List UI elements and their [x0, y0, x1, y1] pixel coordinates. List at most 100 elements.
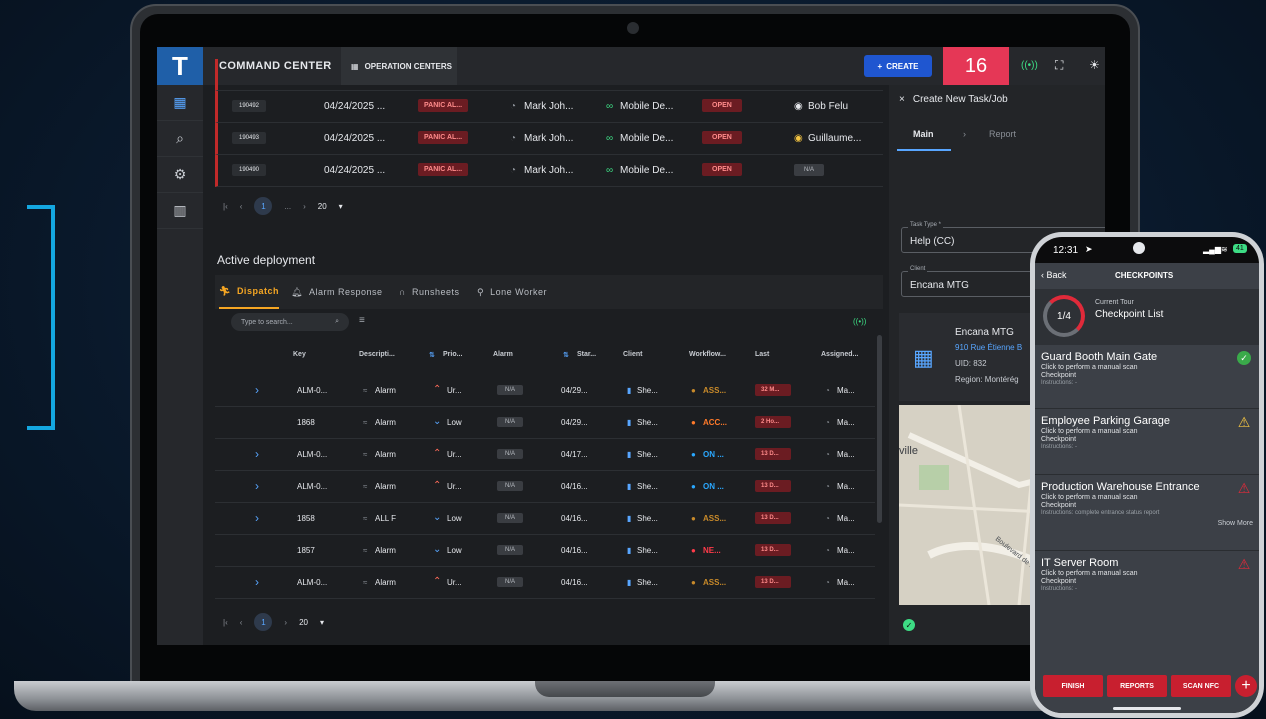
fullscreen-icon[interactable]: ⛶ [1055, 58, 1063, 73]
link-icon: ∞ [606, 165, 614, 176]
sort-icon[interactable]: ⇅ [429, 351, 435, 359]
chevron-right-icon: › [963, 129, 966, 139]
reports-button[interactable]: REPORTS [1107, 675, 1167, 697]
column-header[interactable]: Prio... [443, 351, 462, 358]
table-row[interactable]: › ALM-0... ≈ Alarm ⌃ Ur... N/A 04/17... ▮ She... ●… [215, 439, 875, 471]
expand-chevron-icon[interactable]: › [255, 383, 259, 397]
column-header[interactable]: Alarm [493, 351, 513, 358]
main-content: 190492 04/24/2025 ... PANIC AL... ◔ Mark… [203, 59, 889, 645]
tab-dispatch[interactable]: 🏃︎ Dispatch [219, 275, 279, 309]
table-row[interactable]: › ALM-0... ≈ Alarm ⌃ Ur... N/A 04/16... ▮ She... ●… [215, 567, 875, 599]
column-header[interactable]: Key [293, 351, 306, 358]
row-client: She... [637, 482, 658, 491]
list-item[interactable]: Production Warehouse Entrance Click to p… [1035, 475, 1259, 551]
alarm-type-icon: ≈ [363, 546, 368, 555]
prev-page-icon[interactable]: ‹ [240, 618, 243, 627]
device-name: Mobile De... [620, 133, 674, 144]
row-priority: Low [447, 418, 462, 427]
sort-icon[interactable]: ⇅ [563, 351, 569, 359]
filter-icon[interactable]: ≡ [359, 315, 365, 326]
alarm-type-icon: ≈ [363, 418, 368, 427]
expand-chevron-icon[interactable]: › [255, 447, 259, 461]
panel-title: Create New Task/Job [912, 93, 1008, 105]
workflow-dot-icon: ● [691, 418, 696, 427]
first-page-icon[interactable]: |‹ [223, 202, 228, 211]
dashboard-icon[interactable]: ▦ [157, 85, 203, 121]
column-header[interactable]: Last [755, 351, 769, 358]
column-header[interactable]: Assigned... [821, 351, 858, 358]
alarm-id: 190492 [232, 100, 267, 112]
row-workflow: NE... [703, 546, 721, 555]
officer-icon: ◔ [825, 514, 830, 523]
first-page-icon[interactable]: |‹ [223, 618, 228, 627]
page-size[interactable]: 20 [299, 618, 308, 627]
table-row[interactable]: 1857 ≈ Alarm ⌄ Low N/A 04/16... ▮ She... ● NE... 13… [215, 535, 875, 567]
row-assigned: Ma... [837, 546, 855, 555]
clock: 12:31 [1053, 245, 1079, 256]
map-icon[interactable]: ▥ [157, 193, 203, 229]
assignee-name: Bob Felu [808, 101, 849, 112]
row-last: 13 D... [755, 448, 791, 460]
row-client: She... [637, 514, 658, 523]
table-row[interactable]: 190492 04/24/2025 ... PANIC AL... ◔ Mark… [215, 91, 883, 123]
tab-alarm-response[interactable]: 🔔︎ Alarm Response [291, 275, 382, 309]
column-header[interactable]: Descripti... [359, 351, 395, 358]
search-input[interactable]: Type to search... ⌕ [231, 313, 349, 331]
add-button[interactable]: + [1235, 675, 1257, 697]
gear-icon[interactable]: ⚙ [157, 157, 203, 193]
finish-button[interactable]: FINISH [1043, 675, 1103, 697]
table-row[interactable]: › ALM-0... ≈ Alarm ⌃ Ur... N/A 04/29... ▮ She... ●… [215, 375, 875, 407]
search-icon[interactable]: ⌕ [157, 121, 203, 157]
broadcast-icon[interactable]: ((•)) [853, 317, 866, 326]
location-arrow-icon: ➤ [1085, 244, 1093, 254]
broadcast-icon[interactable]: ((•)) [1021, 60, 1038, 71]
checkpoint-type: Checkpoint [1041, 578, 1077, 585]
expand-chevron-icon[interactable]: › [255, 575, 259, 589]
laptop-notch [535, 681, 715, 697]
alarm-type-icon: ≈ [363, 514, 368, 523]
notification-count[interactable]: 16 [943, 47, 1009, 85]
expand-chevron-icon[interactable]: › [255, 479, 259, 493]
phone-device: 12:31 ➤ ▂▄▆ ≋ 41 ‹ Back CHECKPOINTS 1/4 … [1030, 232, 1264, 718]
scan-nfc-button[interactable]: SCAN NFC [1171, 675, 1231, 697]
app-logo[interactable]: T [157, 47, 203, 85]
table-row[interactable]: › 1858 ≈ ALL F ⌄ Low N/A 04/16... ▮ She... ● ASS...… [215, 503, 875, 535]
list-item[interactable]: IT Server Room Click to perform a manual… [1035, 551, 1259, 663]
next-page-icon[interactable]: › [303, 202, 306, 211]
panic-alarm-badge: PANIC AL... [418, 99, 469, 112]
row-last: 13 D... [755, 544, 791, 556]
list-item[interactable]: Employee Parking Garage Click to perform… [1035, 409, 1259, 475]
tour-summary: 1/4 Current Tour Checkpoint List [1035, 289, 1259, 345]
table-row[interactable]: 190490 04/24/2025 ... PANIC AL... ◔ Mark… [215, 155, 883, 187]
prev-page-icon[interactable]: ‹ [240, 202, 243, 211]
table-row[interactable]: 1868 ≈ Alarm ⌄ Low N/A 04/29... ▮ She... ● ACC... 2… [215, 407, 875, 439]
next-page-icon[interactable]: › [284, 618, 287, 627]
column-header[interactable]: Workflow... [689, 351, 726, 358]
alarm-type-icon: ≈ [363, 578, 368, 587]
column-header[interactable]: Client [623, 351, 642, 358]
list-item[interactable]: Guard Booth Main Gate Click to perform a… [1035, 345, 1259, 409]
page-size[interactable]: 20 [318, 202, 327, 211]
client-icon: ▮ [627, 578, 632, 587]
expand-chevron-icon[interactable]: › [255, 511, 259, 525]
show-more-link[interactable]: Show More [1041, 520, 1253, 527]
table-row[interactable]: 190493 04/24/2025 ... PANIC AL... ◔ Mark… [215, 123, 883, 155]
back-button[interactable]: ‹ Back [1041, 270, 1067, 280]
table-row[interactable]: › ALM-0... ≈ Alarm ⌃ Ur... N/A 04/16... ▮ She... ●… [215, 471, 875, 503]
page-number[interactable]: 1 [254, 197, 273, 215]
chevron-down-icon[interactable]: ▾ [320, 618, 324, 627]
status-bar: 12:31 ➤ ▂▄▆ ≋ 41 [1035, 237, 1259, 263]
page-number[interactable]: 1 [254, 613, 273, 631]
tab-main[interactable]: Main [913, 129, 934, 139]
chevron-down-icon[interactable]: ▾ [339, 202, 343, 211]
column-header[interactable]: Star... [577, 351, 596, 358]
theme-sun-icon[interactable]: ☀ [1089, 58, 1100, 72]
close-icon[interactable]: × [899, 94, 905, 105]
tab-report[interactable]: Report [989, 129, 1016, 139]
table-row[interactable] [215, 59, 883, 91]
alarm-type-icon: ≈ [363, 386, 368, 395]
client-address[interactable]: 910 Rue Étienne B [955, 343, 1022, 352]
tab-runsheets[interactable]: ∩ Runsheets [399, 275, 460, 309]
scrollbar[interactable] [877, 335, 882, 523]
tab-lone-worker[interactable]: ⚲ Lone Worker [477, 275, 547, 309]
